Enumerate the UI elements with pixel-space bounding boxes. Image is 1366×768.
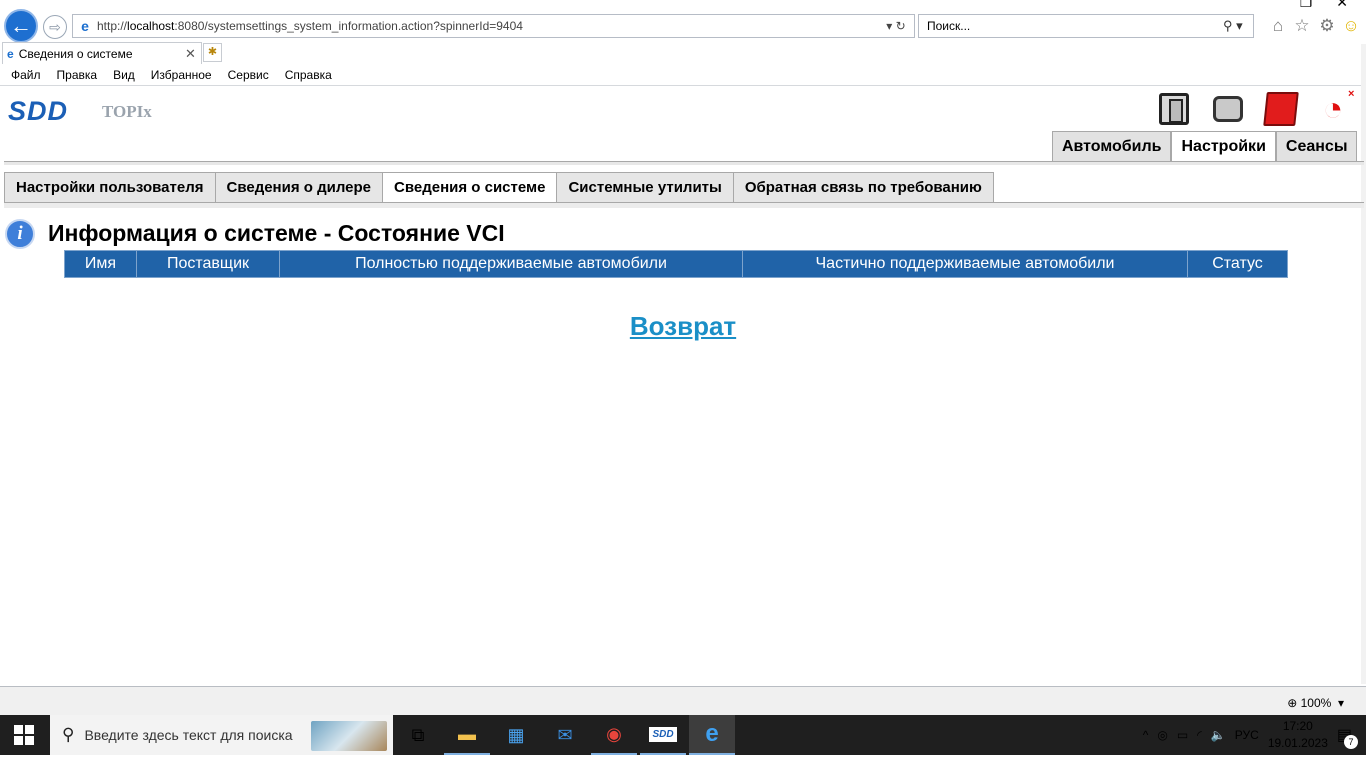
menu-file[interactable]: Файл xyxy=(11,68,41,82)
taskbar-search-icon: ⚲ xyxy=(62,725,75,744)
tab-settings[interactable]: Настройки xyxy=(1171,131,1276,161)
topix-logo: TOPIx xyxy=(102,102,152,121)
task-view-icon[interactable]: ⧉ xyxy=(395,715,441,755)
clock-date: 19.01.2023 xyxy=(1267,736,1328,750)
subtab-system-info[interactable]: Сведения о системе xyxy=(382,172,557,203)
tray-overflow-icon[interactable]: ^ xyxy=(1143,728,1149,742)
header-divider xyxy=(4,161,1364,165)
favorites-star-icon[interactable]: ☆ xyxy=(1291,16,1313,36)
sdd-icon[interactable]: SDD xyxy=(640,715,686,755)
menu-help[interactable]: Справка xyxy=(285,68,332,82)
arrow-right-icon: ⇨ xyxy=(49,18,61,35)
address-url[interactable]: http://localhost:8080/systemsettings_sys… xyxy=(97,19,878,33)
vci-cable-icon[interactable] xyxy=(1209,90,1247,128)
connection-signal-icon[interactable]: ◔ xyxy=(1314,90,1352,128)
zoom-icon: ⊕ xyxy=(1287,696,1298,710)
scrollbar-track[interactable] xyxy=(1361,44,1366,684)
col-fully-supported: Полностью поддерживаемые автомобили xyxy=(279,250,743,278)
language-indicator[interactable]: РУС xyxy=(1235,728,1259,742)
zoom-level: 100% xyxy=(1300,696,1332,710)
clock-time: 17:20 xyxy=(1282,719,1313,733)
taskbar-search[interactable]: ⚲ Введите здесь текст для поиска xyxy=(50,715,393,755)
new-tab-button[interactable]: ✱ xyxy=(203,43,222,62)
tab-vehicle-label: Автомобиль xyxy=(1062,137,1162,155)
main-tabs: Автомобиль Настройки Сеансы xyxy=(1052,131,1358,161)
battery-icon[interactable] xyxy=(1262,90,1300,128)
menu-tools[interactable]: Сервис xyxy=(228,68,269,82)
tab-sessions[interactable]: Сеансы xyxy=(1275,131,1358,161)
search-placeholder: Поиск... xyxy=(927,19,971,33)
menu-bar: Файл Правка Вид Избранное Сервис Справка xyxy=(0,64,1366,86)
tab-vehicle[interactable]: Автомобиль xyxy=(1052,131,1172,161)
wifi-icon[interactable]: ◜ xyxy=(1197,728,1202,742)
url-host: localhost xyxy=(127,19,175,33)
sub-tabs: Настройки пользователя Сведения о дилере… xyxy=(4,172,994,203)
subtab-dealer-info[interactable]: Сведения о дилере xyxy=(214,172,383,203)
tab-sessions-label: Сеансы xyxy=(1285,137,1348,155)
settings-gear-icon[interactable]: ⚙ xyxy=(1316,16,1338,36)
col-name: Имя xyxy=(64,250,137,278)
notifications-count: 7 xyxy=(1344,735,1358,749)
table-header-row: Имя Поставщик Полностью поддерживаемые а… xyxy=(64,250,1288,278)
battery-tray-icon[interactable]: ▭ xyxy=(1177,728,1188,742)
volume-icon[interactable]: 🔈 xyxy=(1211,728,1226,742)
home-icon[interactable]: ⌂ xyxy=(1267,16,1289,36)
subtab-user-settings[interactable]: Настройки пользователя xyxy=(4,172,215,203)
webcam-icon[interactable]: ◎ xyxy=(1157,728,1167,742)
mail-icon[interactable]: ✉ xyxy=(542,715,588,755)
taskbar-search-placeholder: Введите здесь текст для поиска xyxy=(84,727,293,743)
back-link[interactable]: Возврат xyxy=(630,311,736,341)
store-icon[interactable]: ▦ xyxy=(493,715,539,755)
search-icon[interactable]: ⚲ ▾ xyxy=(1223,18,1253,34)
restore-icon[interactable]: ❐ xyxy=(1300,0,1313,10)
col-supplier: Поставщик xyxy=(136,250,280,278)
internet-explorer-icon[interactable]: e xyxy=(689,715,735,755)
arrow-left-icon: ← xyxy=(10,13,32,38)
ie-page-icon: e xyxy=(81,18,89,34)
windows-start-icon[interactable] xyxy=(14,725,34,745)
page-title: Информация о системе - Состояние VCI xyxy=(48,220,505,246)
subtab-system-utilities[interactable]: Системные утилиты xyxy=(556,172,733,203)
menu-view[interactable]: Вид xyxy=(113,68,135,82)
disconnected-mark-icon: × xyxy=(1348,88,1355,100)
address-dropdown-refresh[interactable]: ▾ ↻ xyxy=(878,19,914,33)
clock[interactable]: 17:20 19.01.2023 xyxy=(1268,718,1328,752)
tab-settings-label: Настройки xyxy=(1181,137,1266,155)
browser-search-box[interactable]: Поиск... ⚲ ▾ xyxy=(918,14,1254,38)
address-bar[interactable]: e http://localhost:8080/systemsettings_s… xyxy=(72,14,915,38)
chrome-icon[interactable]: ◉ xyxy=(591,715,637,755)
col-partially-supported: Частично поддерживаемые автомобили xyxy=(742,250,1188,278)
file-explorer-icon[interactable]: ▬ xyxy=(444,715,490,755)
back-button[interactable]: ← xyxy=(4,9,38,43)
sdd-logo: SDD xyxy=(8,96,69,126)
smiley-icon[interactable]: ☺ xyxy=(1340,16,1362,36)
browser-status-bar xyxy=(0,686,1366,715)
notifications-icon[interactable]: ▤ 7 xyxy=(1337,725,1358,749)
vci-status-table: Имя Поставщик Полностью поддерживаемые а… xyxy=(64,250,1288,278)
subtab-divider xyxy=(4,202,1364,208)
info-icon: i xyxy=(5,219,35,249)
browser-tab[interactable]: e Сведения о системе ✕ xyxy=(2,42,202,64)
menu-favorites[interactable]: Избранное xyxy=(151,68,212,82)
browser-tab-title: Сведения о системе xyxy=(18,46,133,61)
close-window-icon[interactable]: ✕ xyxy=(1336,0,1348,10)
back-link-container: Возврат xyxy=(0,311,1366,342)
search-highlight-image xyxy=(311,721,387,751)
subtab-feedback[interactable]: Обратная связь по требованию xyxy=(732,172,994,203)
url-scheme: http:// xyxy=(97,19,128,33)
zoom-control[interactable]: ⊕ 100% ▾ xyxy=(1287,696,1344,710)
ie-tab-icon: e xyxy=(7,46,14,61)
system-tray: ^ ◎ ▭ ◜ 🔈 РУС 17:20 19.01.2023 ▤ 7 xyxy=(1143,715,1366,755)
forward-button[interactable]: ⇨ xyxy=(43,15,67,39)
vci-device-icon[interactable] xyxy=(1155,90,1193,128)
url-path: :8080/systemsettings_system_information.… xyxy=(174,19,523,33)
close-tab-icon[interactable]: ✕ xyxy=(185,46,201,62)
window-controls: ❐ ✕ xyxy=(1300,0,1366,10)
menu-edit[interactable]: Правка xyxy=(57,68,98,82)
col-status: Статус xyxy=(1187,250,1288,278)
